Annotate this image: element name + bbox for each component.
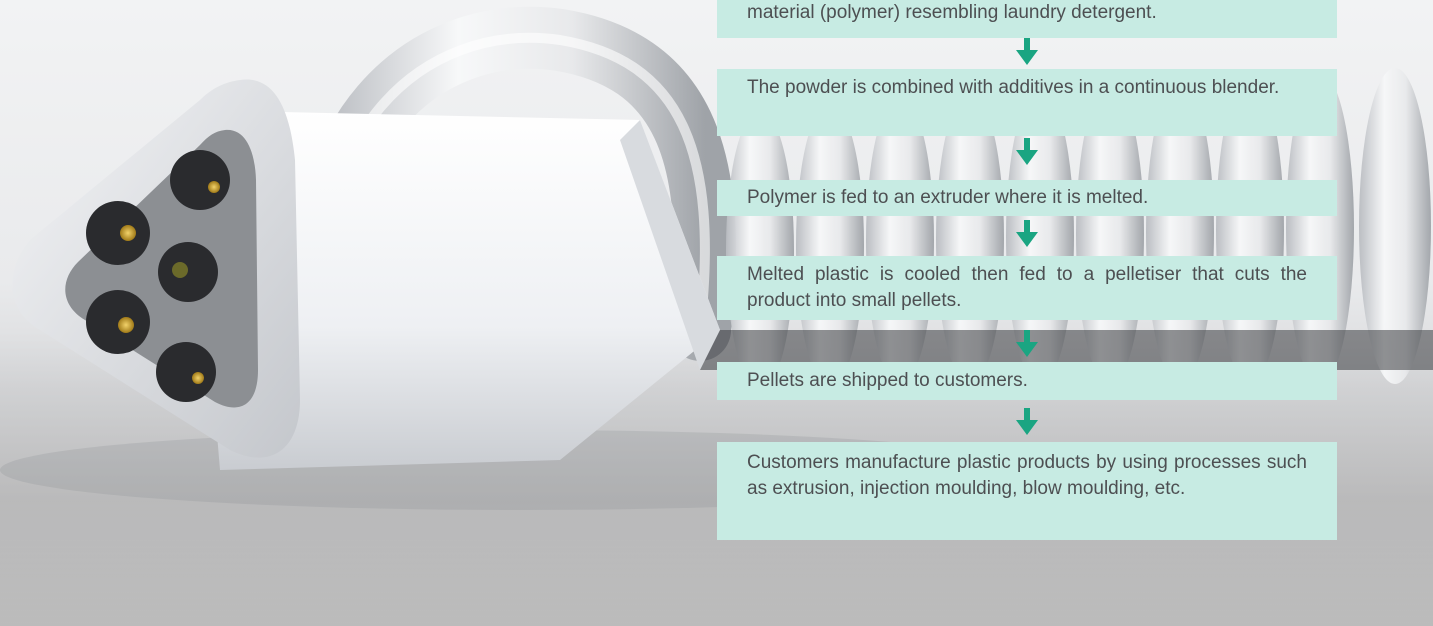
- flow-step-4-text: Melted plastic is cooled then fed to a p…: [747, 264, 1307, 311]
- flow-step-4: Melted plastic is cooled then fed to a p…: [717, 256, 1337, 320]
- flow-step-2: The powder is combined with additives in…: [717, 69, 1337, 136]
- flow-step-1-text: material (polymer) resembling laundry de…: [747, 2, 1157, 23]
- diagram-canvas: material (polymer) resembling laundry de…: [0, 0, 1433, 626]
- flow-step-3: Polymer is fed to an extruder where it i…: [717, 180, 1337, 216]
- flow-step-1: material (polymer) resembling laundry de…: [717, 0, 1337, 38]
- down-arrow-icon: [1015, 38, 1039, 66]
- flow-step-6-text: Customers manufacture plastic products b…: [747, 452, 1307, 499]
- down-arrow-icon: [1015, 138, 1039, 166]
- down-arrow-icon: [1015, 220, 1039, 248]
- flow-step-3-text: Polymer is fed to an extruder where it i…: [747, 187, 1149, 208]
- down-arrow-icon: [1015, 408, 1039, 436]
- flow-step-6: Customers manufacture plastic products b…: [717, 442, 1337, 540]
- down-arrow-icon: [1015, 330, 1039, 358]
- flow-step-5: Pellets are shipped to customers.: [717, 362, 1337, 400]
- flow-step-2-text: The powder is combined with additives in…: [747, 77, 1280, 98]
- flow-step-5-text: Pellets are shipped to customers.: [747, 370, 1028, 391]
